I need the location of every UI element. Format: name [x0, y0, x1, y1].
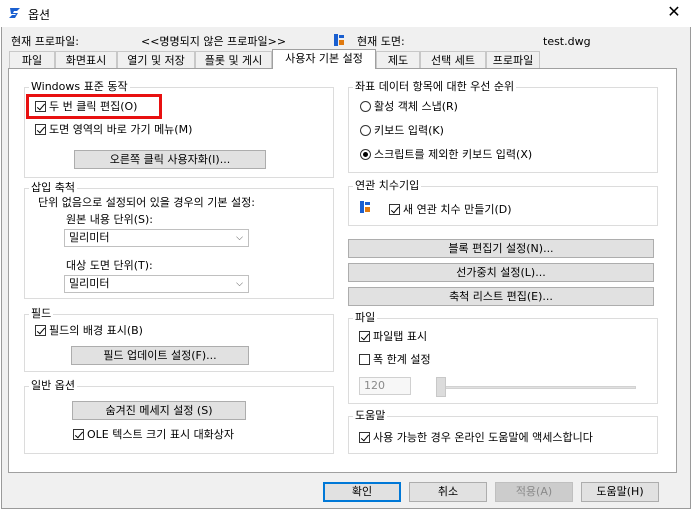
tab-display[interactable]: 화면표시 — [55, 51, 117, 68]
group-title-assoc-dim: 연관 치수기입 — [353, 179, 422, 192]
priority-keyboard-label: 키보드 입력(K) — [374, 124, 444, 137]
current-drawing-value: test.dwg — [543, 35, 591, 48]
dimension-icon — [360, 201, 370, 213]
show-file-tabs-label: 파일탭 표시 — [373, 330, 428, 343]
block-editor-settings-button[interactable]: 블록 편집기 설정(N)... — [348, 239, 654, 258]
group-title-priority: 좌표 데이터 항목에 대한 우선 순위 — [353, 80, 517, 93]
tab-profiles[interactable]: 프로파일 — [486, 51, 540, 68]
field-update-button[interactable]: 필드 업데이트 설정(F)... — [71, 346, 249, 365]
group-title-fields: 필드 — [29, 307, 54, 320]
drawing-icon — [334, 34, 344, 46]
double-click-edit-label: 두 번 클릭 편집(O) — [49, 100, 138, 113]
group-title-insert-scale: 삽입 축척 — [29, 181, 77, 194]
group-title-general: 일반 옵션 — [29, 379, 77, 392]
tab-user-preferences[interactable]: 사용자 기본 설정 — [272, 49, 376, 69]
group-general — [24, 386, 334, 454]
show-file-tabs-checkbox[interactable] — [359, 331, 370, 342]
group-title-help: 도움말 — [353, 409, 388, 422]
source-units-value: 밀리미터 — [69, 231, 110, 244]
app-logo-icon — [9, 8, 20, 18]
double-click-edit-checkbox[interactable] — [35, 101, 46, 112]
tab-files[interactable]: 파일 — [9, 51, 55, 68]
priority-keyboard-except-scripts-label: 스크립트를 제외한 키보드 입력(X) — [374, 148, 533, 161]
scale-list-edit-button[interactable]: 축척 리스트 편집(E)... — [348, 287, 654, 306]
target-units-select[interactable]: 밀리미터 ⌵ — [64, 275, 249, 293]
tab-open-save[interactable]: 열기 및 저장 — [117, 51, 195, 68]
tab-plot-publish[interactable]: 플롯 및 게시 — [195, 51, 272, 68]
title-bar: 옵션 ✕ — [0, 0, 692, 27]
field-background-checkbox[interactable] — [35, 325, 46, 336]
width-limit-label: 폭 한계 설정 — [373, 353, 431, 366]
current-profile-value: <<명명되지 않은 프로파일>> — [141, 35, 287, 48]
new-assoc-dim-checkbox[interactable] — [389, 204, 400, 215]
width-limit-input[interactable]: 120 — [359, 377, 411, 395]
field-background-label: 필드의 배경 표시(B) — [49, 324, 143, 337]
group-title-windows: Windows 표준 동작 — [29, 80, 130, 93]
width-limit-slider-thumb[interactable] — [436, 377, 446, 397]
width-limit-slider-track[interactable] — [436, 386, 636, 389]
window-title: 옵션 — [28, 8, 51, 22]
close-icon: ✕ — [667, 2, 681, 21]
tab-selection[interactable]: 선택 세트 — [420, 51, 486, 68]
source-units-label: 원본 내용 단위(S): — [66, 213, 153, 226]
online-help-checkbox[interactable] — [359, 432, 370, 443]
priority-osnap-radio[interactable] — [360, 101, 371, 112]
current-profile-label: 현재 프로파일: — [11, 35, 79, 48]
chevron-down-icon: ⌵ — [236, 279, 243, 289]
lineweight-settings-button[interactable]: 선가중치 설정(L)... — [348, 263, 654, 282]
hidden-messages-button[interactable]: 숨겨진 메세지 설정 (S) — [72, 401, 246, 420]
target-units-label: 대상 도면 단위(T): — [66, 259, 153, 272]
priority-keyboard-radio[interactable] — [360, 125, 371, 136]
ole-dialog-label: OLE 텍스트 크기 표시 대화상자 — [87, 428, 235, 441]
apply-button[interactable]: 적용(A) — [495, 482, 573, 502]
new-assoc-dim-label: 새 연관 치수 만들기(D) — [403, 203, 512, 216]
insert-scale-description: 단위 없음으로 설정되어 있을 경우의 기본 설정: — [38, 196, 255, 209]
shortcut-menus-label: 도면 영역의 바로 가기 메뉴(M) — [49, 123, 193, 136]
priority-osnap-label: 활성 객체 스냅(R) — [374, 100, 458, 113]
close-button[interactable]: ✕ — [666, 3, 682, 21]
online-help-label: 사용 가능한 경우 온라인 도움말에 액세스합니다 — [373, 431, 593, 444]
tab-drafting[interactable]: 제도 — [376, 51, 420, 68]
shortcut-menus-checkbox[interactable] — [35, 124, 46, 135]
group-title-file: 파일 — [353, 311, 378, 324]
chevron-down-icon: ⌵ — [236, 233, 243, 243]
current-drawing-label: 현재 도면: — [357, 35, 405, 48]
help-button[interactable]: 도움말(H) — [581, 482, 659, 502]
cancel-button[interactable]: 취소 — [409, 482, 487, 502]
target-units-value: 밀리미터 — [69, 277, 110, 290]
ole-dialog-checkbox[interactable] — [73, 429, 84, 440]
right-click-customize-button[interactable]: 오른쪽 클릭 사용자화(I)... — [74, 150, 266, 169]
width-limit-checkbox[interactable] — [359, 354, 370, 365]
priority-keyboard-except-scripts-radio[interactable] — [360, 149, 371, 160]
ok-button[interactable]: 확인 — [323, 482, 401, 502]
source-units-select[interactable]: 밀리미터 ⌵ — [64, 229, 249, 247]
